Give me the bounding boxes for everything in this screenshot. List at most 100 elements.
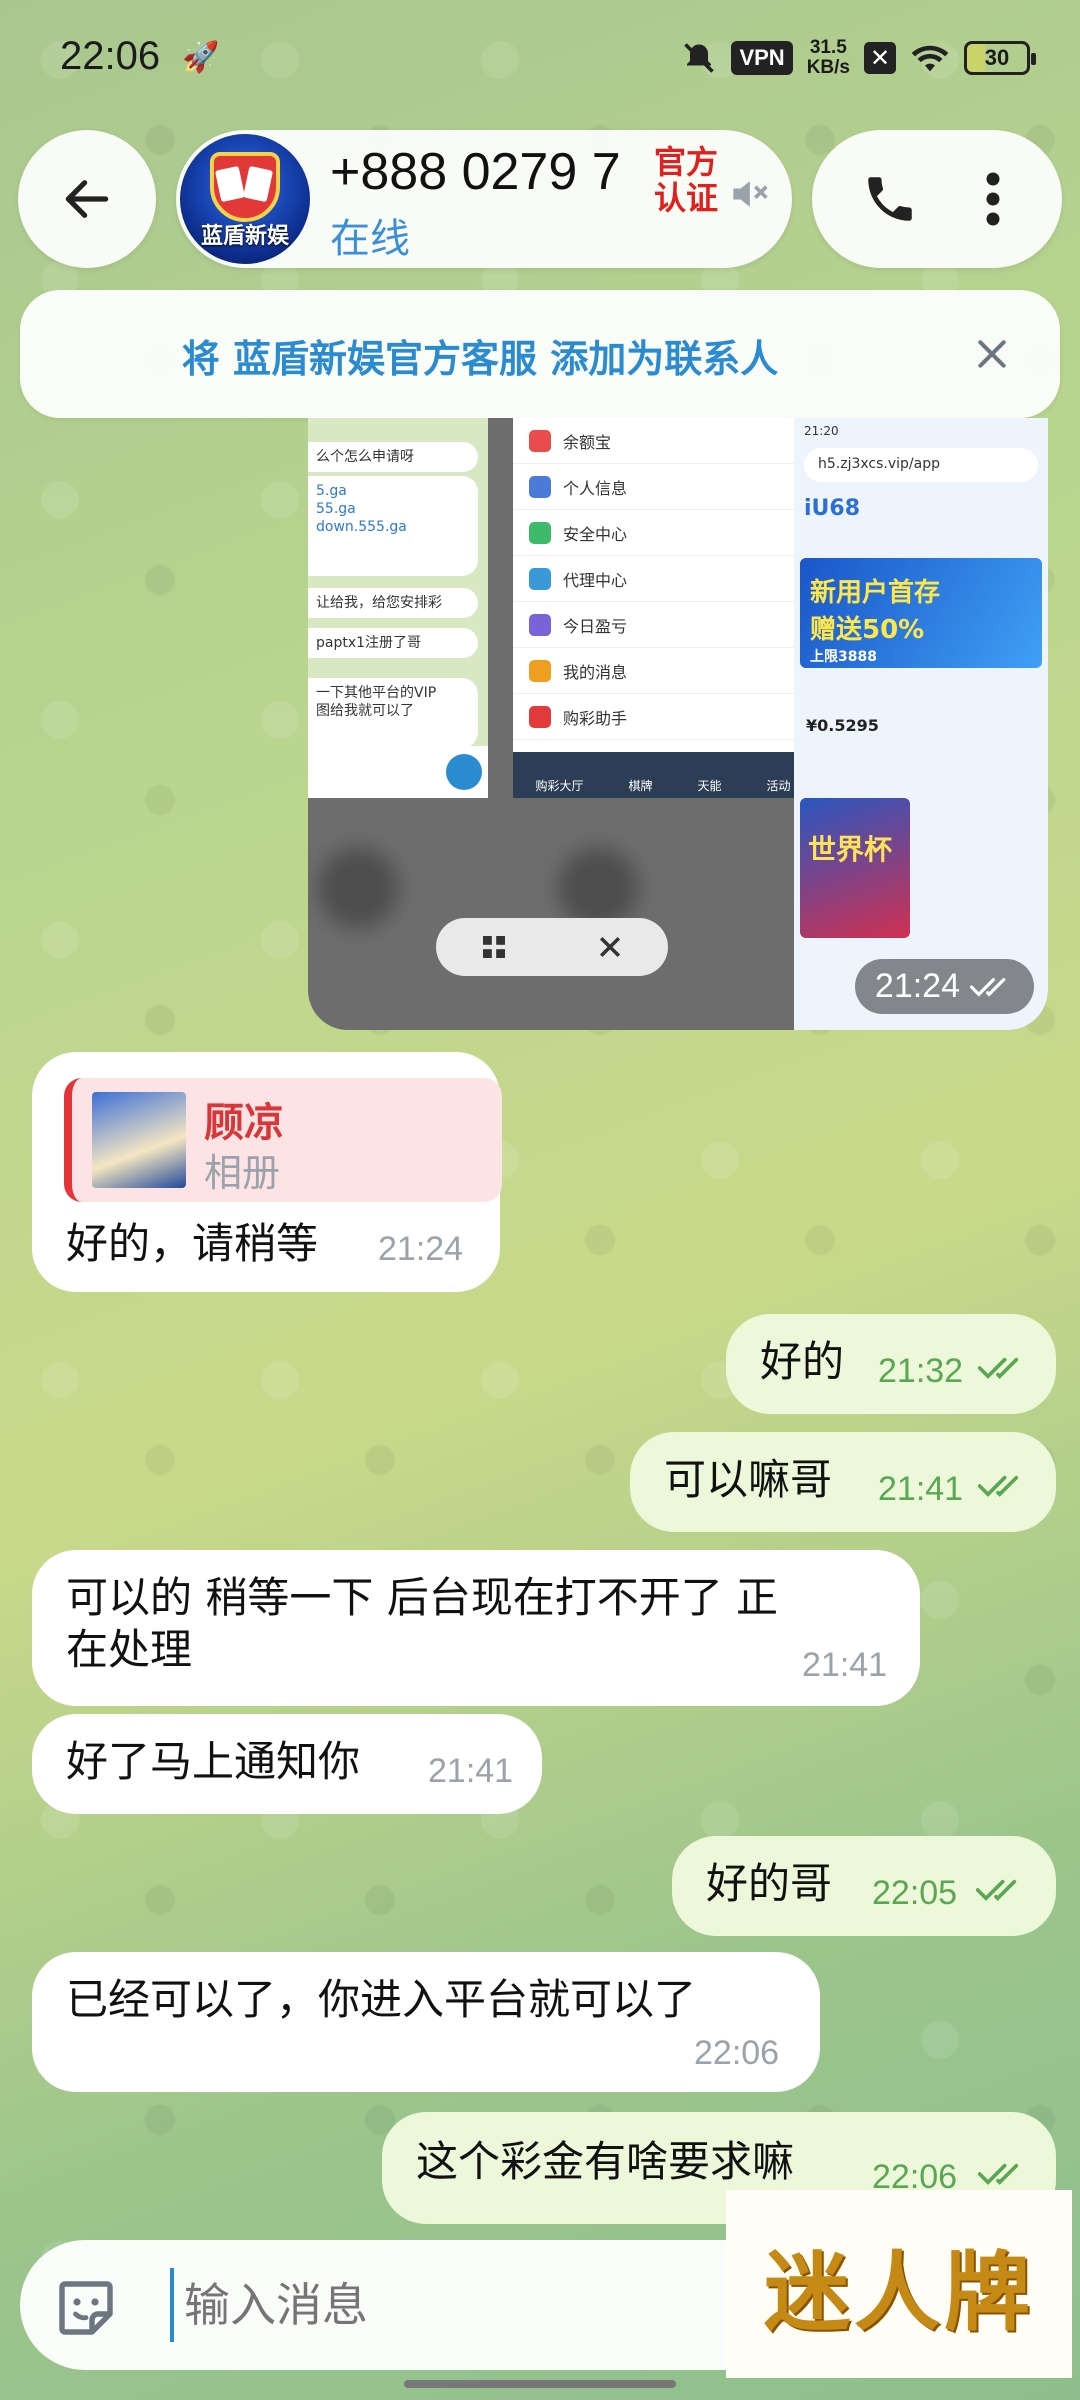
official-verified-badge: 官方 认证 xyxy=(646,144,726,216)
photo-menu-item: 购彩助手 xyxy=(513,694,813,740)
photo-menu-item: 余额宝 xyxy=(513,418,813,464)
photo-text: 让给我，给您安排彩 xyxy=(308,588,478,618)
photo-promo-banner: 新用户首存 赠送50% 上限3888 xyxy=(800,558,1042,668)
photo-bottom-nav: 购彩大厅 棋牌 天能 活动 xyxy=(513,752,813,798)
message-text: 已经可以了，你进入平台就可以了 xyxy=(66,1975,697,2024)
recents-control-bar xyxy=(436,918,668,976)
blurred-shape xyxy=(558,848,638,928)
photo-url-bar: h5.zj3xcs.vip/app xyxy=(804,448,1038,482)
outgoing-message[interactable]: 好的 21:32 xyxy=(726,1314,1056,1414)
message-input[interactable] xyxy=(170,2268,690,2342)
photo-brand: iU68 xyxy=(804,496,861,521)
double-check-icon xyxy=(978,1357,1019,1379)
photo-text: 么个怎么申请呀 xyxy=(308,442,478,472)
online-status: 在线 xyxy=(330,216,410,262)
reply-type: 相册 xyxy=(204,1151,281,1195)
message-text: 好的哥 xyxy=(706,1859,833,1908)
message-text: 好的 xyxy=(760,1337,845,1386)
double-check-icon xyxy=(976,1879,1017,1901)
screenshot-photo-message[interactable]: 么个怎么申请呀 5.ga 55.ga down.555.ga 让给我，给您安排彩… xyxy=(308,418,1048,1030)
message-text: 好了马上通知你 xyxy=(66,1737,361,1786)
x-app-icon: ✕ xyxy=(864,42,896,74)
contact-name: +888 0279 7 xyxy=(330,143,621,201)
network-speed: 31.5 KB/s xyxy=(806,37,850,78)
add-contact-banner[interactable]: 将 蓝盾新娱官方客服 添加为联系人 xyxy=(20,290,1060,418)
message-text: 可以的 稍等一下 后台现在打不开了 正 在处理 xyxy=(66,1573,779,1674)
incoming-message[interactable]: 可以的 稍等一下 后台现在打不开了 正 在处理 21:41 xyxy=(32,1550,920,1706)
reply-preview[interactable]: 顾凉 相册 xyxy=(64,1078,502,1202)
photo-menu-item: 安全中心 xyxy=(513,510,813,556)
photo-status-time: 21:20 xyxy=(804,424,839,438)
blurred-shape xyxy=(318,848,398,928)
more-vertical-icon[interactable] xyxy=(973,169,1013,229)
photo-menu-item: 今日盈亏 xyxy=(513,602,813,648)
sticker-button[interactable] xyxy=(50,2272,122,2344)
shield-icon xyxy=(529,521,551,544)
photo-balance: ¥0.5295 xyxy=(806,716,879,735)
photo-text: 一下其他平台的VIP 图给我就可以了 xyxy=(308,678,478,748)
photo-world-cup-tile: 世界杯 xyxy=(800,798,910,938)
message-time: 21:24 xyxy=(378,1230,464,1268)
photo-input-bar xyxy=(308,746,488,798)
avatar[interactable]: 蓝盾新娱 xyxy=(180,134,310,264)
agent-icon xyxy=(529,567,551,590)
incoming-message[interactable]: 顾凉 相册 好的，请稍等 21:24 xyxy=(32,1052,502,1292)
wallet-icon xyxy=(529,429,551,452)
user-icon xyxy=(529,475,551,498)
mic-icon xyxy=(446,754,482,790)
photo-menu-item: 代理中心 xyxy=(513,556,813,602)
reply-thumbnail xyxy=(92,1092,186,1188)
message-time: 21:32 xyxy=(878,1352,964,1390)
photo-menu-item: 个人信息 xyxy=(513,464,813,510)
photo-menu-item: 我的消息 xyxy=(513,648,813,694)
message-icon xyxy=(529,659,551,682)
photo-menu-panel: 余额宝 个人信息 安全中心 代理中心 今日盈亏 我的消息 购彩助手 购彩大厅 棋… xyxy=(513,418,813,798)
reply-sender: 顾凉 xyxy=(204,1100,284,1146)
bell-muted-icon xyxy=(684,43,715,73)
message-text: 好的，请稍等 xyxy=(66,1219,319,1268)
message-time: 21:41 xyxy=(428,1752,514,1790)
outgoing-message[interactable]: 好的哥 22:05 xyxy=(672,1836,1056,1936)
incoming-message[interactable]: 已经可以了，你进入平台就可以了 22:06 xyxy=(32,1952,820,2092)
photo-browser-panel: 21:20 h5.zj3xcs.vip/app iU68 新用户首存 赠送50%… xyxy=(794,418,1048,1030)
photo-text: 5.ga 55.ga down.555.ga xyxy=(308,476,478,576)
close-icon xyxy=(599,936,621,958)
double-check-icon xyxy=(978,1475,1019,1497)
add-contact-text[interactable]: 将 蓝盾新娱官方客服 添加为联系人 xyxy=(20,328,940,383)
photo-timestamp: 21:24 xyxy=(854,959,1034,1014)
photo-chat-app-panel: 么个怎么申请呀 5.ga 55.ga down.555.ga 让给我，给您安排彩… xyxy=(308,418,488,798)
header-actions xyxy=(812,130,1062,268)
phone-icon[interactable] xyxy=(861,170,919,228)
help-icon xyxy=(529,705,551,728)
message-time: 22:06 xyxy=(694,2034,780,2072)
watermark-logo: 迷人牌 xyxy=(726,2190,1072,2378)
battery-icon: 30 xyxy=(964,41,1036,75)
status-icons: VPN 31.5 KB/s ✕ 30 xyxy=(681,37,1036,78)
photo-text: paptx1注册了哥 xyxy=(308,628,478,658)
chart-icon xyxy=(529,613,551,636)
status-time: 22:06 xyxy=(60,34,161,78)
double-check-icon xyxy=(978,2163,1019,2185)
double-check-icon xyxy=(970,977,1006,997)
sticker-icon xyxy=(59,2281,113,2335)
vpn-badge: VPN xyxy=(731,41,793,75)
grid-icon xyxy=(483,936,505,958)
message-time: 21:41 xyxy=(802,1646,888,1684)
status-bar: 22:06 🚀 VPN 31.5 KB/s ✕ 30 xyxy=(0,0,1080,120)
chat-header-info[interactable]: 蓝盾新娱 +888 0279 7 在线 官方 认证 xyxy=(176,130,792,268)
avatar-label: 蓝盾新娱 xyxy=(200,224,289,249)
back-button[interactable] xyxy=(18,130,156,268)
message-time: 22:05 xyxy=(872,1874,958,1912)
close-banner-button[interactable] xyxy=(964,326,1020,382)
wifi-icon xyxy=(911,45,949,72)
rocket-icon: 🚀 xyxy=(182,40,220,75)
outgoing-message[interactable]: 可以嘛哥 21:41 xyxy=(630,1432,1056,1532)
close-icon xyxy=(978,340,1006,368)
incoming-message[interactable]: 好了马上通知你 21:41 xyxy=(32,1714,542,1814)
message-text: 这个彩金有啥要求嘛 xyxy=(416,2137,795,2186)
message-time: 21:41 xyxy=(878,1470,964,1508)
speaker-muted-icon xyxy=(733,181,768,207)
message-text: 可以嘛哥 xyxy=(664,1455,833,1504)
arrow-left-icon xyxy=(65,180,109,218)
home-indicator[interactable] xyxy=(404,2380,676,2388)
